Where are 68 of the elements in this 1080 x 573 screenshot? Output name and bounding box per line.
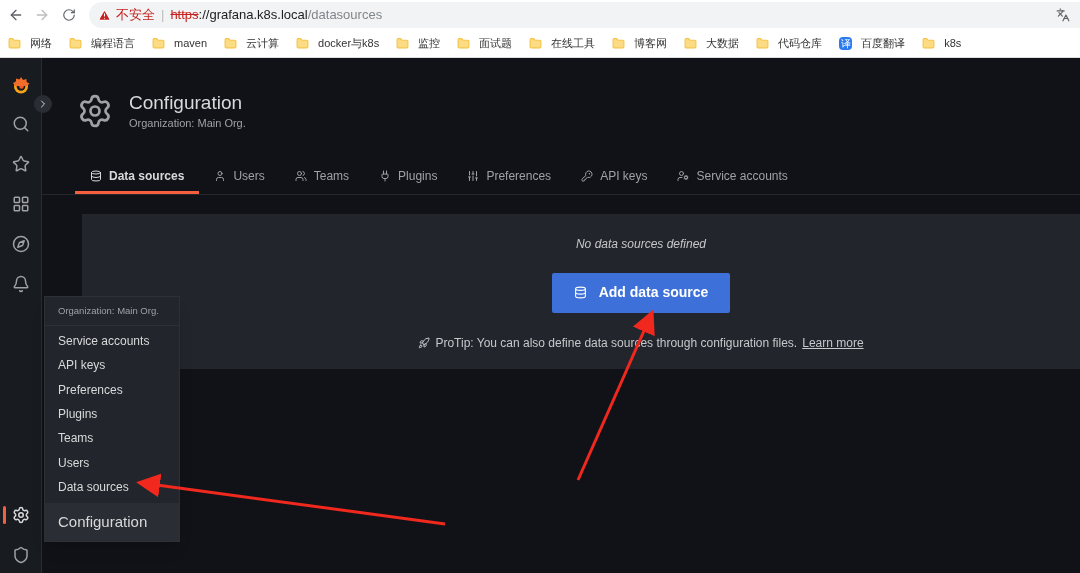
expand-button[interactable] — [34, 95, 52, 113]
warning-icon — [98, 8, 111, 22]
bookmark[interactable]: 网络 — [30, 35, 52, 52]
bookmark[interactable]: 代码仓库 — [778, 35, 823, 52]
menu-item[interactable]: API keys — [45, 353, 179, 378]
translate-icon[interactable] — [1056, 8, 1070, 22]
folder-icon — [152, 37, 165, 50]
separator: | — [161, 6, 165, 25]
bookmark[interactable]: 面试题 — [479, 35, 513, 52]
menu-item[interactable]: Plugins — [45, 401, 179, 427]
security-label: 不安全 — [116, 6, 155, 25]
address-bar[interactable]: 不安全 | https://grafana.k8s.local/datasources — [89, 2, 1080, 28]
bookmark[interactable]: 监控 — [418, 35, 441, 52]
tab[interactable]: API keys — [566, 161, 663, 194]
add-data-source-button[interactable]: Add data source — [552, 272, 730, 313]
user-icon — [214, 170, 227, 182]
folder-icon — [612, 37, 626, 50]
empty-message: No data sources defined — [575, 235, 707, 253]
key-icon — [581, 170, 594, 182]
menu-item[interactable]: Data sources — [45, 474, 179, 500]
folder-icon — [224, 37, 238, 50]
bookmark[interactable]: docker与k8s — [318, 35, 380, 52]
active-indicator — [3, 506, 6, 524]
tab[interactable]: Teams — [279, 161, 365, 194]
folder-icon — [8, 37, 21, 50]
translate-app-icon: 译 — [839, 37, 853, 50]
tab[interactable]: Preferences — [452, 161, 567, 194]
tab[interactable]: Data sources — [75, 161, 200, 194]
plug-icon — [379, 170, 392, 182]
bookmark[interactable]: 百度翻译 — [861, 35, 906, 52]
tab[interactable]: Users — [199, 161, 280, 194]
folder-icon — [69, 37, 82, 50]
menu-header: Organization: Main Org. — [45, 297, 179, 326]
database-icon — [90, 170, 102, 182]
database-icon — [573, 286, 587, 299]
tab[interactable]: Plugins — [364, 161, 453, 194]
folder-icon — [684, 37, 698, 50]
learn-more-link[interactable]: Learn more — [802, 333, 864, 352]
page-title: Configuration — [129, 91, 244, 115]
settings-icon — [77, 93, 113, 130]
menu-item[interactable]: Service accounts — [45, 329, 179, 354]
menu-item[interactable]: Teams — [45, 426, 179, 451]
bookmark[interactable]: k8s — [944, 35, 962, 52]
bookmark[interactable]: 云计算 — [246, 35, 280, 52]
folder-icon — [457, 37, 471, 50]
url-text: https://grafana.k8s.local/datasources — [170, 6, 383, 25]
menu-item[interactable]: Users — [45, 450, 179, 475]
bookmark[interactable]: 大数据 — [706, 35, 740, 52]
folder-icon — [922, 37, 936, 50]
rocket-icon — [418, 336, 431, 349]
logo-icon[interactable] — [10, 76, 31, 96]
folder-icon — [296, 37, 310, 50]
menu-title[interactable]: Configuration — [45, 503, 179, 542]
folder-icon — [396, 37, 410, 50]
tab[interactable]: Service accounts — [662, 161, 803, 194]
bookmark[interactable]: 在线工具 — [551, 35, 596, 52]
users-icon — [294, 170, 307, 182]
page-subtitle: Organization: Main Org. — [129, 116, 246, 131]
sliders-icon — [467, 170, 480, 182]
menu-item[interactable]: Preferences — [45, 377, 179, 402]
bookmark[interactable]: 博客网 — [634, 35, 668, 52]
back-icon[interactable] — [8, 7, 24, 23]
reload-icon[interactable] — [62, 8, 76, 22]
bookmark[interactable]: maven — [174, 35, 208, 52]
user-cog-icon — [677, 170, 690, 182]
folder-icon — [756, 37, 770, 50]
bookmark[interactable]: 编程语言 — [91, 35, 135, 52]
folder-icon — [529, 37, 543, 50]
